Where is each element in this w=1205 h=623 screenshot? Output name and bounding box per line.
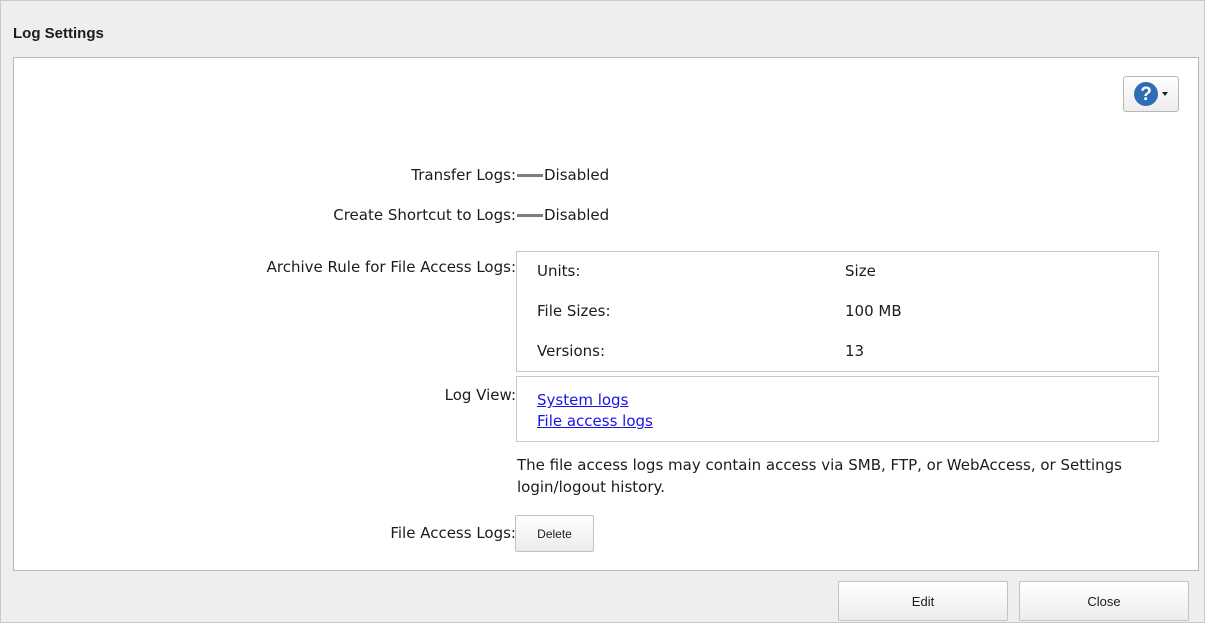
archive-units-label: Units: [537,262,581,280]
log-view-label: Log View: [444,386,516,404]
shortcut-logs-label: Create Shortcut to Logs: [333,206,516,224]
system-logs-link[interactable]: System logs [537,391,628,409]
transfer-logs-status: Disabled [544,166,610,184]
close-button[interactable]: Close [1019,581,1189,621]
archive-filesize-value: 100 MB [845,302,902,320]
file-access-logs-label: File Access Logs: [390,524,516,542]
archive-versions-label: Versions: [537,342,606,360]
archive-rule-label: Archive Rule for File Access Logs: [266,258,516,276]
log-settings-dialog: Log Settings ? Transfer Logs: Disabled C… [0,0,1205,623]
settings-panel: ? Transfer Logs: Disabled Create Shortcu… [13,57,1199,571]
archive-rule-box: Units: Size File Sizes: 100 MB Versions:… [516,251,1159,372]
disabled-dash-icon [517,173,543,177]
archive-versions-value: 13 [845,342,865,360]
archive-units-value: Size [845,262,876,280]
shortcut-logs-status: Disabled [544,206,610,224]
help-button[interactable]: ? [1123,76,1179,112]
delete-button[interactable]: Delete [515,515,594,552]
disabled-dash-icon [517,213,543,217]
transfer-logs-value: Disabled [517,166,609,184]
chevron-down-icon [1162,92,1168,96]
transfer-logs-label: Transfer Logs: [411,166,516,184]
file-access-note: The file access logs may contain access … [517,456,1122,496]
file-access-logs-link[interactable]: File access logs [537,412,653,430]
help-icon: ? [1134,82,1158,106]
edit-button[interactable]: Edit [838,581,1008,621]
dialog-title: Log Settings [13,25,104,42]
archive-filesize-label: File Sizes: [537,302,611,320]
shortcut-logs-value: Disabled [517,206,609,224]
log-view-box: System logs File access logs [516,376,1159,442]
